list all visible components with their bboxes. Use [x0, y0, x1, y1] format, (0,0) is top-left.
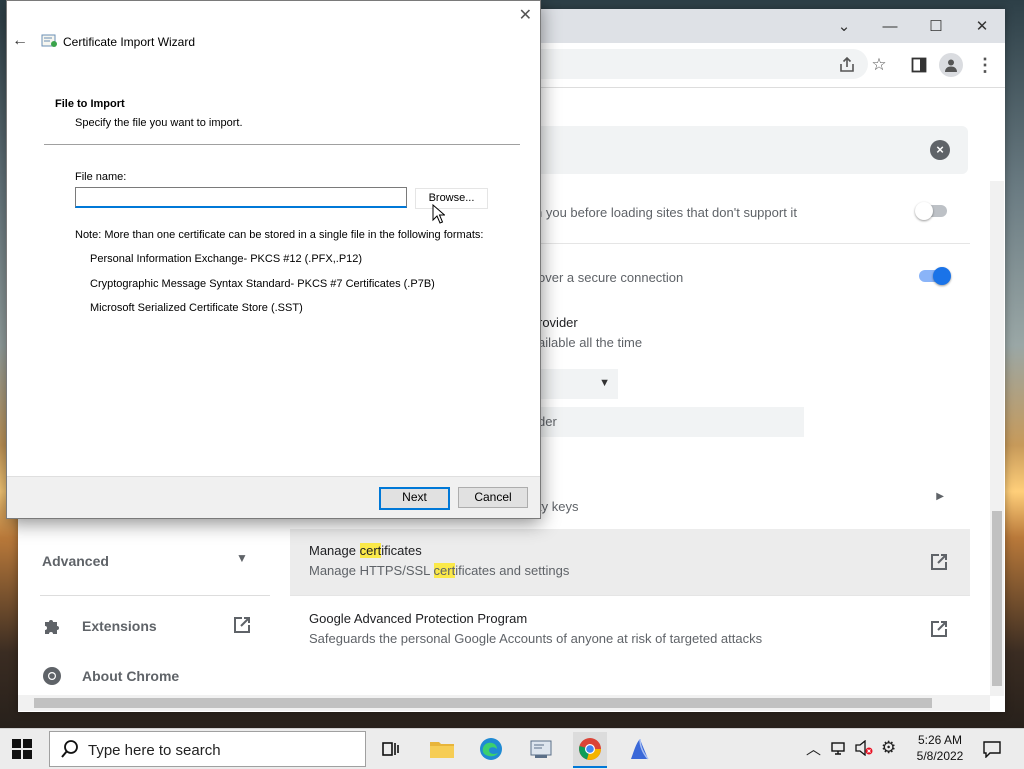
- provider-dropdown[interactable]: ▼: [538, 369, 618, 399]
- browse-button[interactable]: Browse...: [415, 188, 488, 209]
- https-description: n you before loading sites that don't su…: [535, 205, 797, 220]
- dropdown-arrow-icon: ▼: [236, 551, 248, 565]
- section-subheading: Specify the file you want to import.: [75, 117, 243, 129]
- vertical-scrollbar[interactable]: [990, 181, 1004, 696]
- file-name-label: File name:: [75, 171, 127, 183]
- formats-note: Note: More than one certificate can be s…: [75, 229, 484, 241]
- file-explorer-icon[interactable]: [425, 732, 459, 766]
- mouse-cursor-icon: [432, 204, 445, 224]
- external-link-icon: [233, 616, 251, 639]
- section-heading: File to Import: [55, 98, 125, 110]
- maximize-button[interactable]: ☐: [913, 9, 959, 43]
- task-view-icon[interactable]: [374, 732, 408, 766]
- format-item: Personal Information Exchange- PKCS #12 …: [90, 253, 363, 265]
- divider: [44, 144, 520, 145]
- certificate-manager-taskbar-icon[interactable]: [524, 732, 558, 766]
- custom-provider-input[interactable]: der: [538, 407, 804, 437]
- next-button[interactable]: Next: [379, 487, 450, 510]
- show-hidden-icons-chevron-icon[interactable]: ︿: [806, 738, 821, 759]
- sidebar-item-label: About Chrome: [82, 668, 180, 684]
- toggle-knob: [915, 202, 933, 220]
- windows-logo-icon: [12, 739, 32, 759]
- dropdown-arrow-icon: ▼: [599, 377, 610, 389]
- advanced-section-toggle[interactable]: Advanced ▼: [18, 539, 270, 584]
- format-item: Cryptographic Message Syntax Standard- P…: [90, 278, 435, 290]
- edge-browser-icon[interactable]: [474, 732, 508, 766]
- sidebar-item-label: Extensions: [82, 618, 157, 634]
- clear-search-icon[interactable]: ×: [930, 140, 950, 160]
- horizontal-scrollbar[interactable]: [18, 695, 990, 711]
- scrollbar-thumb[interactable]: [34, 698, 932, 708]
- windows-start-button[interactable]: [12, 739, 32, 764]
- chrome-logo-icon: [42, 666, 62, 691]
- sidebar-item-extensions[interactable]: Extensions: [18, 604, 270, 644]
- certificate-icon: [41, 33, 59, 52]
- secure-dns-description: over a secure connection: [538, 270, 684, 285]
- close-icon: ✕: [975, 18, 989, 35]
- manage-certificates-row[interactable]: Manage certificates Manage HTTPS/SSL cer…: [290, 529, 970, 595]
- external-link-icon: [930, 553, 948, 574]
- chevron-right-icon: ▶: [936, 491, 944, 502]
- advanced-protection-title: Google Advanced Protection Program: [309, 611, 528, 626]
- network-icon[interactable]: [831, 740, 849, 760]
- dialog-footer: Next Cancel: [7, 476, 540, 518]
- security-keys-label: ty keys: [538, 499, 579, 514]
- advanced-protection-description: Safeguards the personal Google Accounts …: [309, 631, 763, 646]
- divider: [40, 595, 270, 596]
- close-dialog-button[interactable]: ✕: [519, 5, 532, 25]
- minimize-icon: —: [882, 17, 898, 35]
- file-name-input[interactable]: [75, 187, 407, 208]
- share-icon[interactable]: [835, 53, 859, 77]
- side-panel-icon[interactable]: [907, 53, 931, 77]
- volume-muted-icon[interactable]: [855, 739, 873, 760]
- certificate-import-wizard-dialog: ✕ ← Certificate Import Wizard File to Im…: [6, 0, 541, 519]
- search-icon: [60, 739, 80, 764]
- cancel-button[interactable]: Cancel: [458, 487, 528, 508]
- external-link-icon: [930, 620, 948, 641]
- app-taskbar-icon[interactable]: [622, 732, 656, 766]
- maximize-icon: ☐: [929, 18, 943, 35]
- advanced-protection-row[interactable]: Google Advanced Protection Program Safeg…: [290, 595, 970, 662]
- notification-center-icon[interactable]: [982, 740, 1002, 762]
- toggle-knob: [933, 267, 951, 285]
- format-item: Microsoft Serialized Certificate Store (…: [90, 302, 303, 314]
- manage-certificates-title: Manage certificates: [309, 543, 422, 558]
- search-placeholder: Type here to search: [88, 742, 221, 759]
- sidebar-item-about-chrome[interactable]: About Chrome: [18, 654, 270, 694]
- advanced-label: Advanced: [42, 553, 109, 569]
- secure-dns-toggle[interactable]: [919, 267, 951, 285]
- clock-time: 5:26 AM: [917, 733, 963, 747]
- tab-search-button[interactable]: ⌄: [821, 9, 867, 43]
- manage-certificates-description: Manage HTTPS/SSL certificates and settin…: [309, 563, 570, 578]
- https-toggle[interactable]: [915, 202, 947, 220]
- system-clock[interactable]: 5:26 AM 5/8/2022: [912, 732, 968, 764]
- dialog-title: Certificate Import Wizard: [63, 35, 196, 49]
- chrome-taskbar-icon[interactable]: [573, 732, 607, 768]
- settings-gear-icon[interactable]: ⚙: [881, 738, 896, 758]
- bookmark-star-icon[interactable]: ☆: [867, 53, 891, 77]
- clock-date: 5/8/2022: [916, 749, 964, 763]
- more-menu-icon[interactable]: ⋮: [973, 53, 997, 77]
- provider-title: rovider: [538, 315, 578, 330]
- chevron-down-icon: ⌄: [837, 18, 851, 35]
- back-arrow-icon[interactable]: ←: [12, 32, 28, 50]
- profile-avatar-icon[interactable]: [939, 53, 963, 77]
- close-window-button[interactable]: ✕: [959, 9, 1005, 43]
- provider-description: ailable all the time: [538, 335, 643, 350]
- scrollbar-thumb[interactable]: [992, 511, 1002, 686]
- minimize-button[interactable]: —: [867, 9, 913, 43]
- puzzle-icon: [42, 616, 62, 641]
- taskbar: Type here to search ︿ ⚙ 5:26 AM 5/8/2022: [0, 728, 1024, 769]
- taskbar-search-box[interactable]: Type here to search: [49, 731, 366, 767]
